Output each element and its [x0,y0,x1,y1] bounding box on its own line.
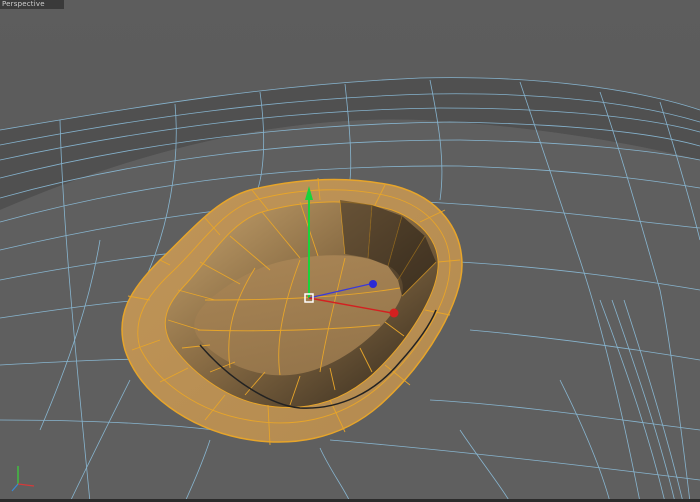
gizmo-x-handle[interactable] [389,308,399,318]
tripod-z-axis [11,483,19,492]
gizmo-z-handle[interactable] [369,280,377,288]
perspective-viewport[interactable]: Perspective [0,0,700,502]
tripod-x-axis [17,483,35,487]
viewport-label[interactable]: Perspective [0,0,64,9]
scene-canvas[interactable] [0,0,700,502]
view-axis-tripod [11,466,35,492]
